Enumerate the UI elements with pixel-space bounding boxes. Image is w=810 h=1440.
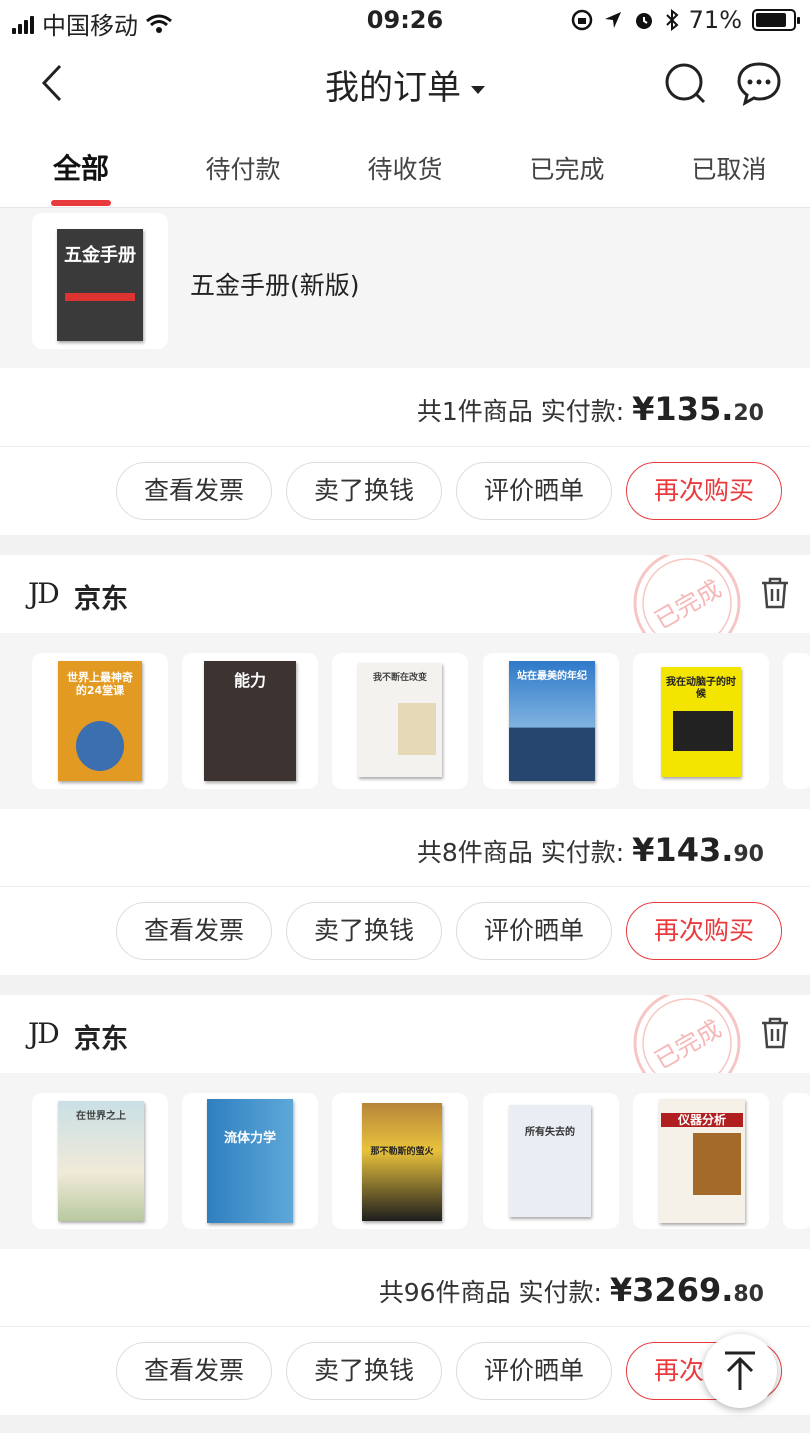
svg-text:已完成: 已完成 <box>650 575 726 633</box>
book-cover: 能力 <box>204 661 296 781</box>
order-2-summary: 共8件商品 实付款: ¥143. 90 <box>0 809 810 887</box>
arrow-up-icon <box>725 1351 755 1390</box>
status-bar: 中国移动 09:26 71% <box>0 0 810 42</box>
view-invoice-button[interactable]: 查看发票 <box>116 902 272 960</box>
jd-logo: JD <box>28 577 60 610</box>
caret-down-icon <box>471 85 485 94</box>
product-thumbnail[interactable]: 我不断在改变 <box>332 653 468 789</box>
review-button[interactable]: 评价晒单 <box>456 902 612 960</box>
order-3-summary: 共96件商品 实付款: ¥3269. 80 <box>0 1249 810 1327</box>
product-thumbnail[interactable]: 我在动脑子的时候 <box>633 653 769 789</box>
order-1-summary: 共1件商品 实付款: ¥135. 20 <box>0 368 810 446</box>
product-name: 五金手册(新版) <box>190 271 360 300</box>
product-thumbnail[interactable]: 在世界之上 <box>32 1093 168 1229</box>
completed-stamp: 已完成 <box>633 555 741 633</box>
tab-cancelled[interactable]: 已取消 <box>648 150 810 186</box>
product-thumbnail[interactable]: 流体力学 <box>182 1093 318 1229</box>
order-price-decimal: 20 <box>733 401 764 426</box>
back-to-top-button[interactable] <box>703 1334 777 1408</box>
sell-button[interactable]: 卖了换钱 <box>286 462 442 520</box>
tab-pending-receipt[interactable]: 待收货 <box>324 150 486 186</box>
product-thumbnail[interactable] <box>783 653 810 789</box>
product-thumbnail[interactable]: 仪器分析 <box>633 1093 769 1229</box>
product-thumbnail[interactable]: 所有失去的 <box>483 1093 619 1229</box>
book-cover: 流体力学 <box>207 1099 293 1223</box>
product-thumbnail[interactable]: 能力 <box>182 653 318 789</box>
message-icon[interactable] <box>734 58 784 108</box>
product-thumbnail[interactable]: 五金手册 <box>32 213 168 349</box>
order-price: ¥3269. <box>609 1271 734 1309</box>
order-summary-label: 共8件商品 实付款: <box>416 838 625 867</box>
product-thumbnail[interactable]: 站在最美的年纪 <box>483 653 619 789</box>
order-1-products[interactable]: 五金手册 五金手册(新版) <box>0 208 810 368</box>
nav-bar: 我的订单 <box>0 42 810 126</box>
order-3-store-header[interactable]: JD 京东 已完成 <box>0 995 810 1073</box>
product-thumbnail[interactable]: 那不勒斯的萤火 <box>332 1093 468 1229</box>
order-price-decimal: 90 <box>733 842 764 867</box>
book-cover: 我不断在改变 <box>358 663 442 777</box>
trash-icon[interactable] <box>758 575 792 611</box>
view-invoice-button[interactable]: 查看发票 <box>116 1342 272 1400</box>
order-summary-label: 共1件商品 实付款: <box>416 397 625 426</box>
sell-button[interactable]: 卖了换钱 <box>286 902 442 960</box>
book-cover: 我在动脑子的时候 <box>661 667 741 777</box>
active-tab-indicator <box>51 200 111 206</box>
rotation-lock-icon <box>571 9 592 31</box>
battery-percent: 71% <box>688 6 742 34</box>
review-button[interactable]: 评价晒单 <box>456 462 612 520</box>
trash-icon[interactable] <box>758 1015 792 1051</box>
book-cover: 五金手册 <box>57 229 143 341</box>
tab-completed[interactable]: 已完成 <box>486 150 648 186</box>
order-price-decimal: 80 <box>733 1282 764 1307</box>
bluetooth-icon <box>665 9 679 31</box>
location-icon <box>604 12 621 28</box>
book-cover: 在世界之上 <box>58 1101 144 1221</box>
order-3-actions: 查看发票 卖了换钱 评价晒单 再次购买 <box>0 1327 810 1415</box>
rebuy-button[interactable]: 再次购买 <box>626 902 782 960</box>
product-thumbnail[interactable] <box>783 1093 810 1229</box>
order-price: ¥135. <box>632 390 734 428</box>
book-cover: 所有失去的 <box>509 1105 591 1217</box>
order-tabs: 全部 待付款 待收货 已完成 已取消 <box>0 126 810 208</box>
order-2-products[interactable]: 世界上最神奇的24堂课 能力 我不断在改变 站在最美的年纪 我在动脑子的时候 <box>0 633 810 809</box>
tab-pending-payment[interactable]: 待付款 <box>162 150 324 186</box>
completed-stamp: 已完成 <box>633 995 741 1073</box>
alarm-icon <box>635 13 652 29</box>
book-cover: 站在最美的年纪 <box>509 661 595 781</box>
book-cover: 世界上最神奇的24堂课 <box>58 661 142 781</box>
search-icon[interactable] <box>660 58 710 108</box>
rebuy-button[interactable]: 再次购买 <box>626 462 782 520</box>
tab-all[interactable]: 全部 <box>0 147 162 187</box>
order-2-actions: 查看发票 卖了换钱 评价晒单 再次购买 <box>0 887 810 975</box>
order-price: ¥143. <box>632 831 734 869</box>
view-invoice-button[interactable]: 查看发票 <box>116 462 272 520</box>
jd-logo: JD <box>28 1017 60 1050</box>
next-order-peek <box>0 1433 810 1440</box>
book-cover: 仪器分析 <box>659 1099 745 1223</box>
battery-icon <box>752 9 800 31</box>
order-3-products[interactable]: 在世界之上 流体力学 那不勒斯的萤火 所有失去的 仪器分析 <box>0 1073 810 1249</box>
product-thumbnail[interactable]: 世界上最神奇的24堂课 <box>32 653 168 789</box>
review-button[interactable]: 评价晒单 <box>456 1342 612 1400</box>
book-cover: 那不勒斯的萤火 <box>362 1103 442 1221</box>
order-1-actions: 查看发票 卖了换钱 评价晒单 再次购买 <box>0 447 810 535</box>
store-name: 京东 <box>74 584 128 615</box>
store-name: 京东 <box>74 1024 128 1055</box>
svg-text:已完成: 已完成 <box>650 1015 726 1073</box>
order-2-store-header[interactable]: JD 京东 已完成 <box>0 555 810 633</box>
sell-button[interactable]: 卖了换钱 <box>286 1342 442 1400</box>
order-summary-label: 共96件商品 实付款: <box>378 1278 602 1307</box>
